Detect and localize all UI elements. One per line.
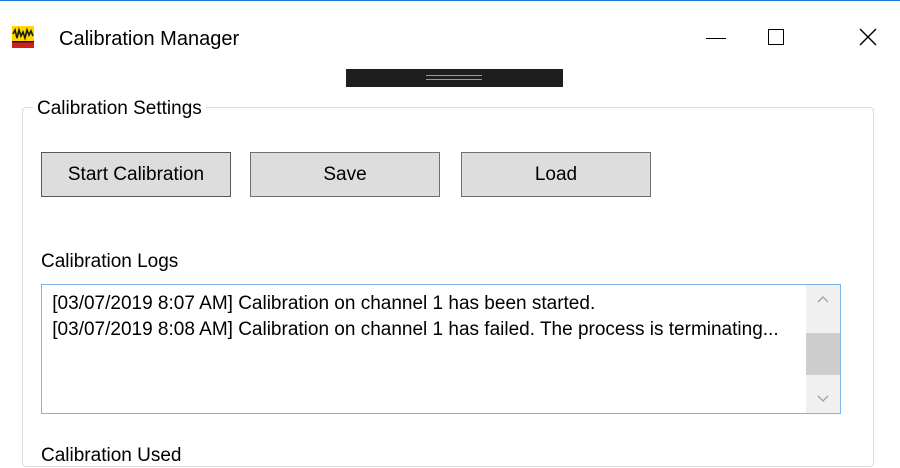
title-bar[interactable]: Calibration Manager: [0, 1, 900, 63]
scroll-thumb[interactable]: [806, 333, 840, 375]
calibration-logs-textbox[interactable]: [03/07/2019 8:07 AM] Calibration on chan…: [41, 284, 841, 414]
calibration-logs-text[interactable]: [03/07/2019 8:07 AM] Calibration on chan…: [47, 291, 799, 343]
close-icon: [859, 28, 877, 46]
close-button[interactable]: [838, 15, 898, 59]
window-title: Calibration Manager: [59, 28, 240, 50]
maximize-button[interactable]: [746, 15, 806, 59]
calibration-used-label: Calibration Used: [41, 445, 182, 466]
load-button[interactable]: Load: [461, 152, 651, 197]
start-calibration-button[interactable]: Start Calibration: [41, 152, 231, 197]
maximize-icon: [768, 29, 784, 45]
calibration-settings-title: Calibration Settings: [33, 97, 206, 121]
chevron-up-icon[interactable]: [806, 285, 840, 313]
calibration-manager-window: Calibration Manager Calibration Settings…: [0, 0, 900, 467]
drag-grip-icon: [426, 75, 482, 80]
drag-handle[interactable]: [346, 69, 563, 87]
save-button[interactable]: Save: [250, 152, 440, 197]
logs-scrollbar[interactable]: [806, 285, 840, 413]
chevron-down-icon[interactable]: [806, 385, 840, 413]
minimize-button[interactable]: [686, 15, 746, 59]
waveform-app-icon: [12, 26, 34, 48]
minimize-icon: [706, 37, 726, 39]
calibration-logs-label: Calibration Logs: [41, 251, 179, 272]
